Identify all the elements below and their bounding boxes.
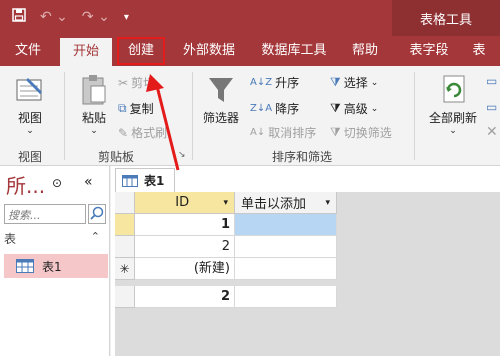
annotation-arrow (146, 74, 180, 171)
